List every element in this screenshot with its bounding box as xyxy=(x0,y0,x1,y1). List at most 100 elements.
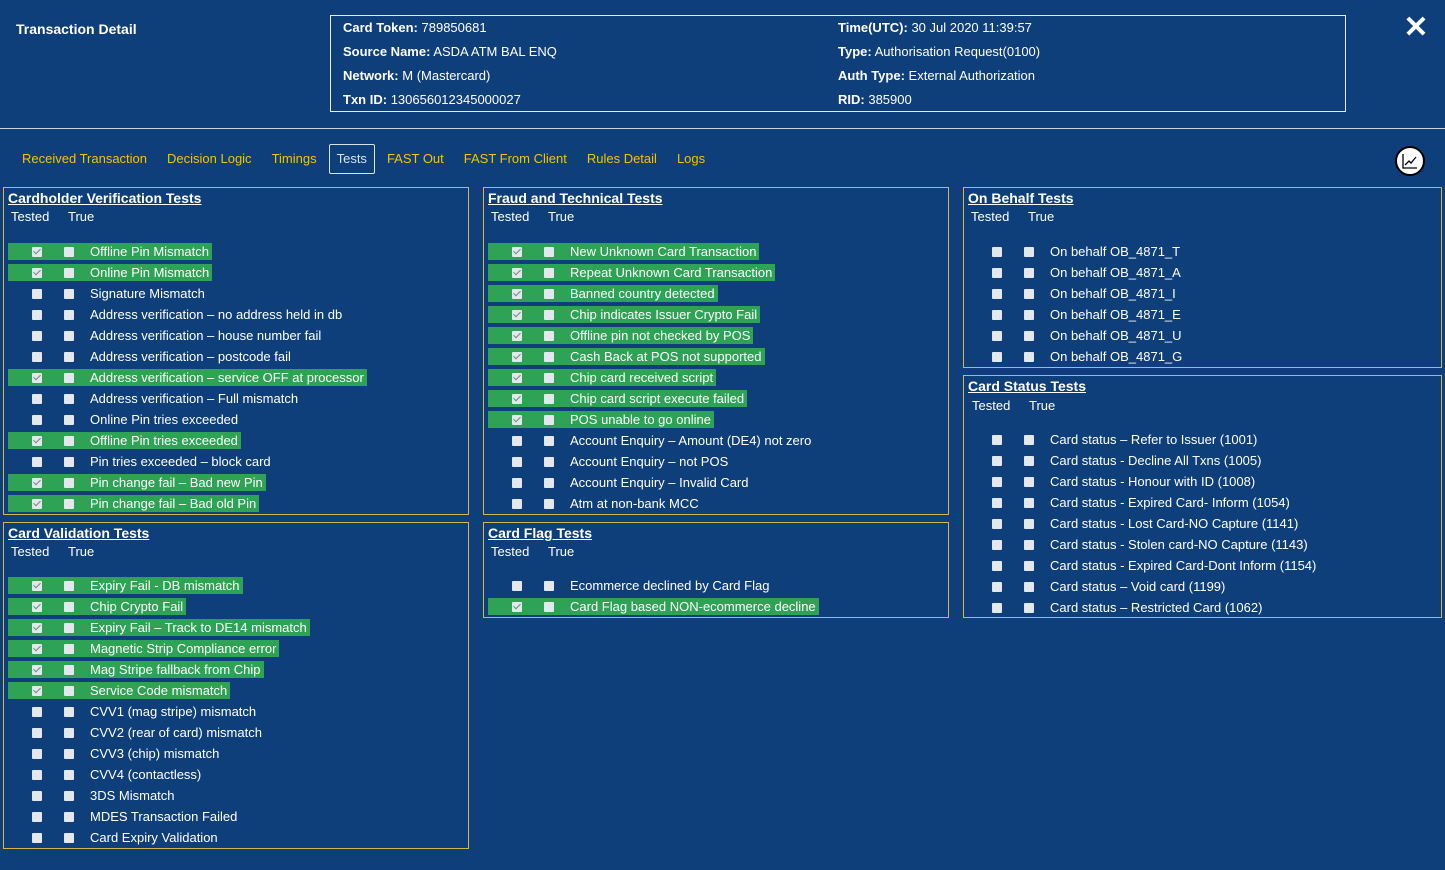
true-checkbox[interactable] xyxy=(1024,456,1034,466)
tested-checkbox[interactable] xyxy=(512,478,522,488)
tested-checkbox[interactable] xyxy=(512,581,522,591)
true-checkbox[interactable] xyxy=(64,394,74,404)
true-checkbox[interactable] xyxy=(64,707,74,717)
true-checkbox[interactable] xyxy=(544,499,554,509)
tested-checkbox[interactable] xyxy=(32,499,42,509)
true-checkbox[interactable] xyxy=(64,352,74,362)
true-checkbox[interactable] xyxy=(64,833,74,843)
true-checkbox[interactable] xyxy=(64,373,74,383)
tested-checkbox[interactable] xyxy=(512,602,522,612)
tested-checkbox[interactable] xyxy=(992,456,1002,466)
tested-checkbox[interactable] xyxy=(32,415,42,425)
tested-checkbox[interactable] xyxy=(992,247,1002,257)
true-checkbox[interactable] xyxy=(544,268,554,278)
close-icon[interactable]: ✕ xyxy=(1402,13,1430,43)
true-checkbox[interactable] xyxy=(64,268,74,278)
true-checkbox[interactable] xyxy=(64,602,74,612)
tested-checkbox[interactable] xyxy=(32,728,42,738)
tested-checkbox[interactable] xyxy=(512,415,522,425)
tested-checkbox[interactable] xyxy=(512,268,522,278)
tested-checkbox[interactable] xyxy=(992,603,1002,613)
true-checkbox[interactable] xyxy=(1024,435,1034,445)
tested-checkbox[interactable] xyxy=(992,582,1002,592)
true-checkbox[interactable] xyxy=(1024,331,1034,341)
true-checkbox[interactable] xyxy=(64,457,74,467)
true-checkbox[interactable] xyxy=(544,289,554,299)
true-checkbox[interactable] xyxy=(1024,247,1034,257)
tested-checkbox[interactable] xyxy=(512,457,522,467)
true-checkbox[interactable] xyxy=(64,749,74,759)
true-checkbox[interactable] xyxy=(544,581,554,591)
tested-checkbox[interactable] xyxy=(32,457,42,467)
true-checkbox[interactable] xyxy=(1024,603,1034,613)
tested-checkbox[interactable] xyxy=(992,477,1002,487)
tested-checkbox[interactable] xyxy=(32,373,42,383)
true-checkbox[interactable] xyxy=(64,644,74,654)
tested-checkbox[interactable] xyxy=(32,352,42,362)
true-checkbox[interactable] xyxy=(544,415,554,425)
true-checkbox[interactable] xyxy=(1024,498,1034,508)
tested-checkbox[interactable] xyxy=(32,581,42,591)
tested-checkbox[interactable] xyxy=(32,310,42,320)
true-checkbox[interactable] xyxy=(64,728,74,738)
true-checkbox[interactable] xyxy=(64,665,74,675)
true-checkbox[interactable] xyxy=(1024,352,1034,362)
chart-icon[interactable] xyxy=(1395,146,1425,176)
tab-fast-out[interactable]: FAST Out xyxy=(379,144,452,174)
true-checkbox[interactable] xyxy=(544,352,554,362)
true-checkbox[interactable] xyxy=(64,686,74,696)
true-checkbox[interactable] xyxy=(64,770,74,780)
tested-checkbox[interactable] xyxy=(32,478,42,488)
tested-checkbox[interactable] xyxy=(992,540,1002,550)
true-checkbox[interactable] xyxy=(64,623,74,633)
tested-checkbox[interactable] xyxy=(32,247,42,257)
true-checkbox[interactable] xyxy=(64,581,74,591)
tested-checkbox[interactable] xyxy=(992,435,1002,445)
tested-checkbox[interactable] xyxy=(32,289,42,299)
true-checkbox[interactable] xyxy=(544,331,554,341)
tab-received-transaction[interactable]: Received Transaction xyxy=(14,144,155,174)
true-checkbox[interactable] xyxy=(1024,519,1034,529)
tab-logs[interactable]: Logs xyxy=(669,144,713,174)
true-checkbox[interactable] xyxy=(64,289,74,299)
true-checkbox[interactable] xyxy=(544,310,554,320)
tested-checkbox[interactable] xyxy=(512,499,522,509)
tab-rules-detail[interactable]: Rules Detail xyxy=(579,144,665,174)
true-checkbox[interactable] xyxy=(64,791,74,801)
tested-checkbox[interactable] xyxy=(32,812,42,822)
tab-decision-logic[interactable]: Decision Logic xyxy=(159,144,260,174)
true-checkbox[interactable] xyxy=(1024,540,1034,550)
true-checkbox[interactable] xyxy=(64,331,74,341)
true-checkbox[interactable] xyxy=(544,457,554,467)
tested-checkbox[interactable] xyxy=(992,519,1002,529)
tested-checkbox[interactable] xyxy=(992,352,1002,362)
tested-checkbox[interactable] xyxy=(32,686,42,696)
true-checkbox[interactable] xyxy=(1024,310,1034,320)
tested-checkbox[interactable] xyxy=(32,749,42,759)
tested-checkbox[interactable] xyxy=(992,268,1002,278)
tested-checkbox[interactable] xyxy=(32,331,42,341)
tested-checkbox[interactable] xyxy=(32,644,42,654)
tested-checkbox[interactable] xyxy=(512,331,522,341)
tested-checkbox[interactable] xyxy=(32,770,42,780)
tested-checkbox[interactable] xyxy=(512,247,522,257)
tested-checkbox[interactable] xyxy=(512,373,522,383)
true-checkbox[interactable] xyxy=(544,602,554,612)
true-checkbox[interactable] xyxy=(1024,582,1034,592)
tested-checkbox[interactable] xyxy=(992,561,1002,571)
true-checkbox[interactable] xyxy=(64,499,74,509)
tested-checkbox[interactable] xyxy=(32,268,42,278)
tested-checkbox[interactable] xyxy=(512,289,522,299)
tested-checkbox[interactable] xyxy=(32,665,42,675)
tested-checkbox[interactable] xyxy=(512,310,522,320)
true-checkbox[interactable] xyxy=(544,394,554,404)
true-checkbox[interactable] xyxy=(64,812,74,822)
tested-checkbox[interactable] xyxy=(32,602,42,612)
tested-checkbox[interactable] xyxy=(32,833,42,843)
tested-checkbox[interactable] xyxy=(32,707,42,717)
tested-checkbox[interactable] xyxy=(512,436,522,446)
true-checkbox[interactable] xyxy=(64,310,74,320)
true-checkbox[interactable] xyxy=(544,373,554,383)
tab-timings[interactable]: Timings xyxy=(264,144,325,174)
true-checkbox[interactable] xyxy=(1024,561,1034,571)
